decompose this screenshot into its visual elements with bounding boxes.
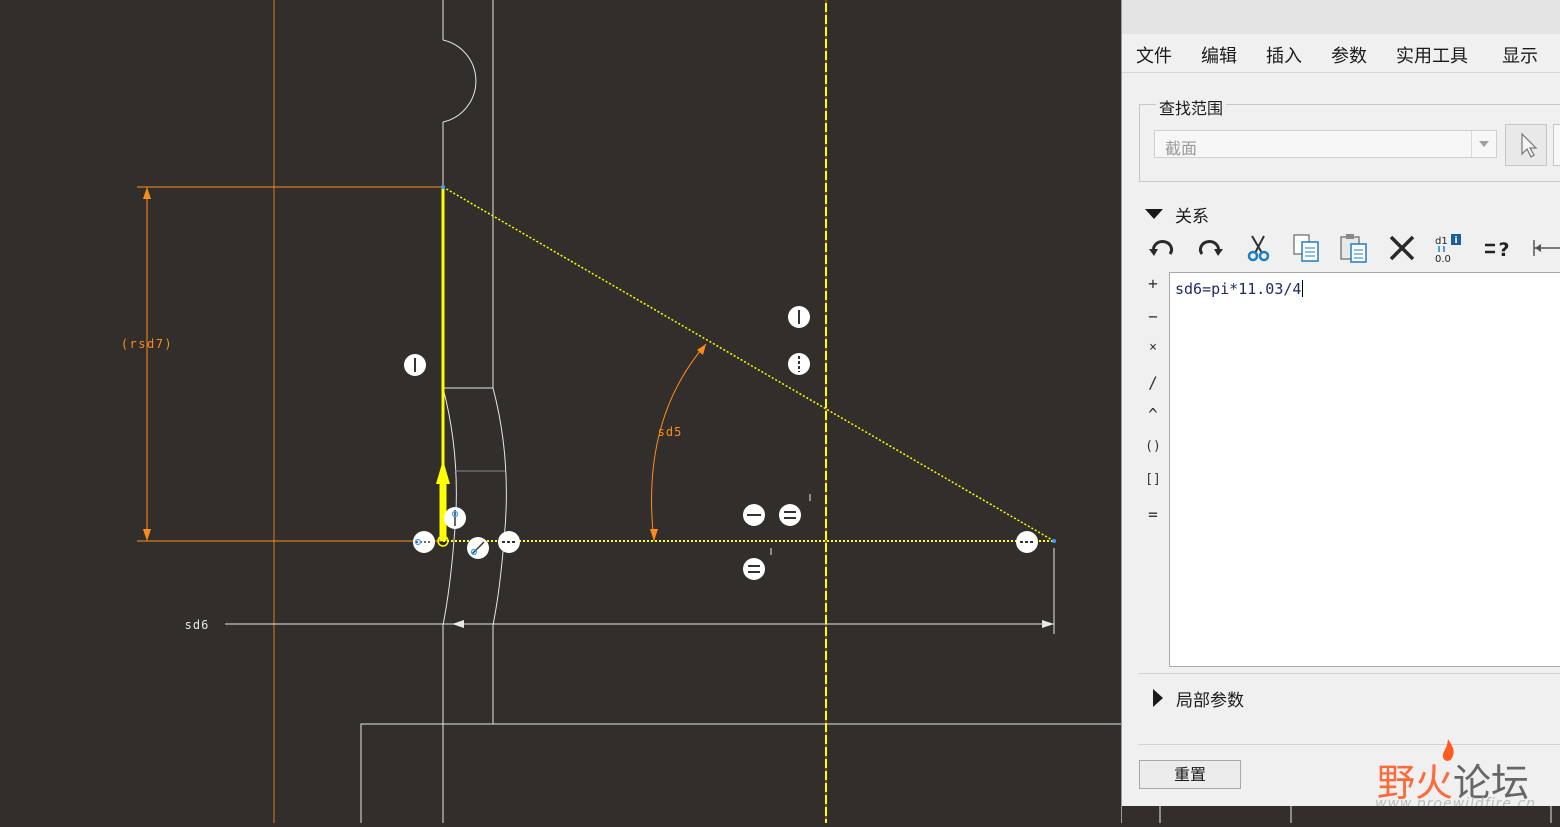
relation-line: sd6=pi*11.03/4 xyxy=(1175,280,1302,298)
vertical-constraint-icon[interactable] xyxy=(404,354,426,376)
arrowhead xyxy=(452,620,464,628)
relations-text[interactable]: sd6=pi*11.03/4 xyxy=(1175,280,1304,298)
menu-file[interactable]: 文件 xyxy=(1136,42,1172,68)
bottom-strip-lines xyxy=(1159,806,1552,823)
angle-arc-sd5[interactable] xyxy=(651,343,707,542)
verify-icon[interactable]: ? xyxy=(1482,232,1514,264)
dimension-icon[interactable] xyxy=(1530,232,1560,264)
equal-constraint-icon[interactable] xyxy=(779,504,801,526)
direction-arrow-icon xyxy=(436,460,450,484)
menu-parameters[interactable]: 参数 xyxy=(1331,42,1367,68)
operator-multiply-button[interactable]: × xyxy=(1142,340,1164,355)
operator-parentheses-button[interactable]: () xyxy=(1142,439,1164,454)
relations-editor[interactable]: sd6=pi*11.03/4 xyxy=(1169,272,1560,667)
scope-dropdown[interactable]: 截面 xyxy=(1154,130,1497,158)
operator-minus-button[interactable]: − xyxy=(1142,307,1164,326)
point-on-entity-icon[interactable] xyxy=(444,507,466,529)
paste-icon[interactable] xyxy=(1338,232,1370,264)
dimension-label-sd5[interactable]: sd5 xyxy=(658,425,683,439)
scope-dropdown-value: 截面 xyxy=(1165,139,1198,158)
relations-header[interactable]: 关系 xyxy=(1175,202,1209,227)
operator-divide-button[interactable]: / xyxy=(1142,373,1164,392)
sketch-svg[interactable]: (rsd7) sd5 sd6 xyxy=(0,0,1132,827)
relations-dialog: 文件 编辑 插入 参数 实用工具 显示 查找范围 截面 关系 d1 i 0.0 … xyxy=(1121,0,1560,823)
vertex-point[interactable] xyxy=(1052,539,1056,543)
vertical-constraint-icon[interactable] xyxy=(788,306,810,328)
arc-profile[interactable] xyxy=(442,39,477,123)
sketch-canvas[interactable]: (rsd7) sd5 sd6 xyxy=(0,0,1132,827)
dialog-titlebar[interactable] xyxy=(1122,0,1560,34)
copy-icon[interactable] xyxy=(1290,232,1322,264)
operator-plus-button[interactable]: + xyxy=(1142,274,1164,293)
menu-utilities[interactable]: 实用工具 xyxy=(1396,42,1468,68)
svg-text:d1: d1 xyxy=(1435,236,1448,247)
menu-edit[interactable]: 编辑 xyxy=(1201,42,1237,68)
menu-insert[interactable]: 插入 xyxy=(1266,42,1302,68)
vertical-constraint-icon[interactable] xyxy=(788,353,810,375)
base-rectangle[interactable] xyxy=(360,723,1132,827)
operator-brackets-button[interactable]: [] xyxy=(1142,472,1164,487)
operator-power-button[interactable]: ^ xyxy=(1142,405,1164,424)
vertex-point[interactable] xyxy=(441,185,445,189)
arrowhead xyxy=(143,529,151,541)
expand-triangle-icon[interactable] xyxy=(1153,689,1163,707)
horizontal-constraint-icon[interactable] xyxy=(743,504,765,526)
text-caret xyxy=(1302,280,1304,297)
svg-text:?: ? xyxy=(1498,239,1509,261)
search-scope-legend: 查找范围 xyxy=(1156,95,1227,119)
section-divider xyxy=(1139,744,1560,745)
tangent-constraint-icon[interactable] xyxy=(467,537,489,559)
svg-text:i: i xyxy=(1454,236,1457,246)
hypotenuse-line[interactable] xyxy=(442,186,1055,542)
scope-extra-button[interactable] xyxy=(1553,124,1560,166)
chevron-down-icon[interactable] xyxy=(1471,131,1496,157)
menu-bar: 文件 编辑 插入 参数 实用工具 显示 xyxy=(1122,34,1560,73)
menu-display[interactable]: 显示 xyxy=(1502,42,1538,68)
canvas-bottom-strip xyxy=(1122,806,1560,823)
arrowhead xyxy=(650,529,658,541)
redo-icon[interactable] xyxy=(1194,232,1226,264)
arrowhead xyxy=(143,187,151,199)
collapse-triangle-icon[interactable] xyxy=(1145,209,1163,219)
flame-icon xyxy=(1442,739,1454,761)
reset-button[interactable]: 重置 xyxy=(1139,760,1241,789)
delete-icon[interactable] xyxy=(1386,232,1418,264)
dimension-label-rsd7[interactable]: (rsd7) xyxy=(121,337,173,351)
evaluate-icon[interactable]: d1 i 0.0 xyxy=(1432,232,1464,264)
horizontal-constraint-icon[interactable] xyxy=(498,531,520,553)
section-divider xyxy=(1139,673,1560,674)
horizontal-constraint-icon[interactable] xyxy=(1016,531,1038,553)
select-pointer-button[interactable] xyxy=(1505,124,1547,166)
undo-icon[interactable] xyxy=(1146,232,1178,264)
dimension-label-sd6[interactable]: sd6 xyxy=(185,618,210,632)
curved-profile[interactable] xyxy=(492,387,507,626)
point-on-entity-icon[interactable] xyxy=(413,531,435,553)
local-params-header[interactable]: 局部参数 xyxy=(1176,686,1244,711)
svg-text:0.0: 0.0 xyxy=(1435,254,1451,264)
cursor-arrow-icon xyxy=(1521,132,1538,158)
operator-equals-button[interactable]: = xyxy=(1142,505,1164,524)
cut-icon[interactable] xyxy=(1242,232,1274,264)
equal-constraint-icon[interactable] xyxy=(743,558,765,580)
arrowhead xyxy=(1042,620,1054,628)
